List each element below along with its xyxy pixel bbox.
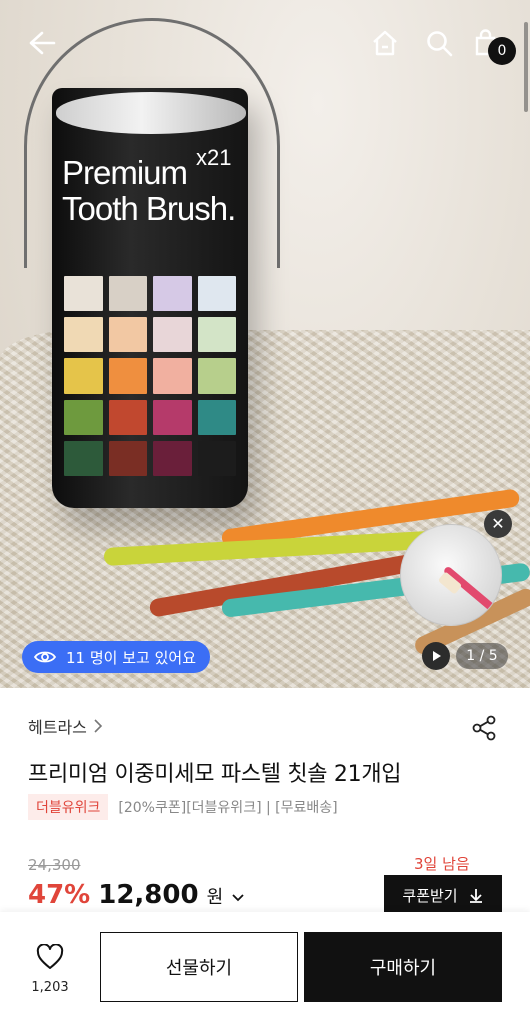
heart-icon [36,943,64,969]
event-badge: 더블유위크 [28,794,109,820]
can-title: Premium Tooth Brush. [62,155,242,227]
can-title-line2: Tooth Brush. [62,190,236,227]
brand-name: 헤트라스 [28,718,87,737]
chevron-down-icon[interactable] [231,893,245,903]
price-row[interactable]: 47% 12,800 원 [28,880,245,910]
share-icon[interactable] [470,714,498,742]
coupon-download-button[interactable]: 쿠폰받기 [384,875,502,915]
promo-tags: 더블유위크 [20%쿠폰][더블유위크] | [무료배송] [28,794,338,820]
back-arrow-icon[interactable] [26,28,56,58]
like-count: 1,203 [31,980,69,995]
home-icon[interactable] [370,28,400,58]
original-price: 24,300 [28,856,81,874]
slide-counter: 1 / 5 [456,643,508,669]
days-left-label: 3일 남음 [414,855,470,873]
discount-rate: 47% [28,880,91,910]
play-icon [433,651,441,661]
color-swatches [64,276,236,476]
gift-button[interactable]: 선물하기 [100,932,298,1002]
sale-price: 12,800 [98,880,199,910]
product-title: 프리미엄 이중미세모 파스텔 칫솔 21개입 [28,762,402,787]
promo-tag-text: [20%쿠폰][더블유위크] | [무료배송] [118,800,338,816]
download-icon [469,889,482,903]
like-button[interactable]: 1,203 [22,943,78,995]
brand-link[interactable]: 헤트라스 [28,714,103,738]
eye-icon [34,651,56,663]
viewers-text: 11 명이 보고 있어요 [66,648,196,667]
coupon-label: 쿠폰받기 [402,886,458,905]
cart-count-badge: 0 [488,37,516,65]
buy-button[interactable]: 구매하기 [304,932,502,1002]
chevron-right-icon [94,719,103,733]
currency-label: 원 [206,887,224,908]
search-icon[interactable] [424,28,454,58]
play-button[interactable] [422,642,450,670]
scrollbar[interactable] [524,22,528,112]
viewers-badge: 11 명이 보고 있어요 [22,641,210,673]
can-title-line1: Premium [62,154,188,191]
can-lid [56,92,246,134]
video-close-button[interactable]: ✕ [484,510,512,538]
video-preview-bubble[interactable] [400,524,502,626]
